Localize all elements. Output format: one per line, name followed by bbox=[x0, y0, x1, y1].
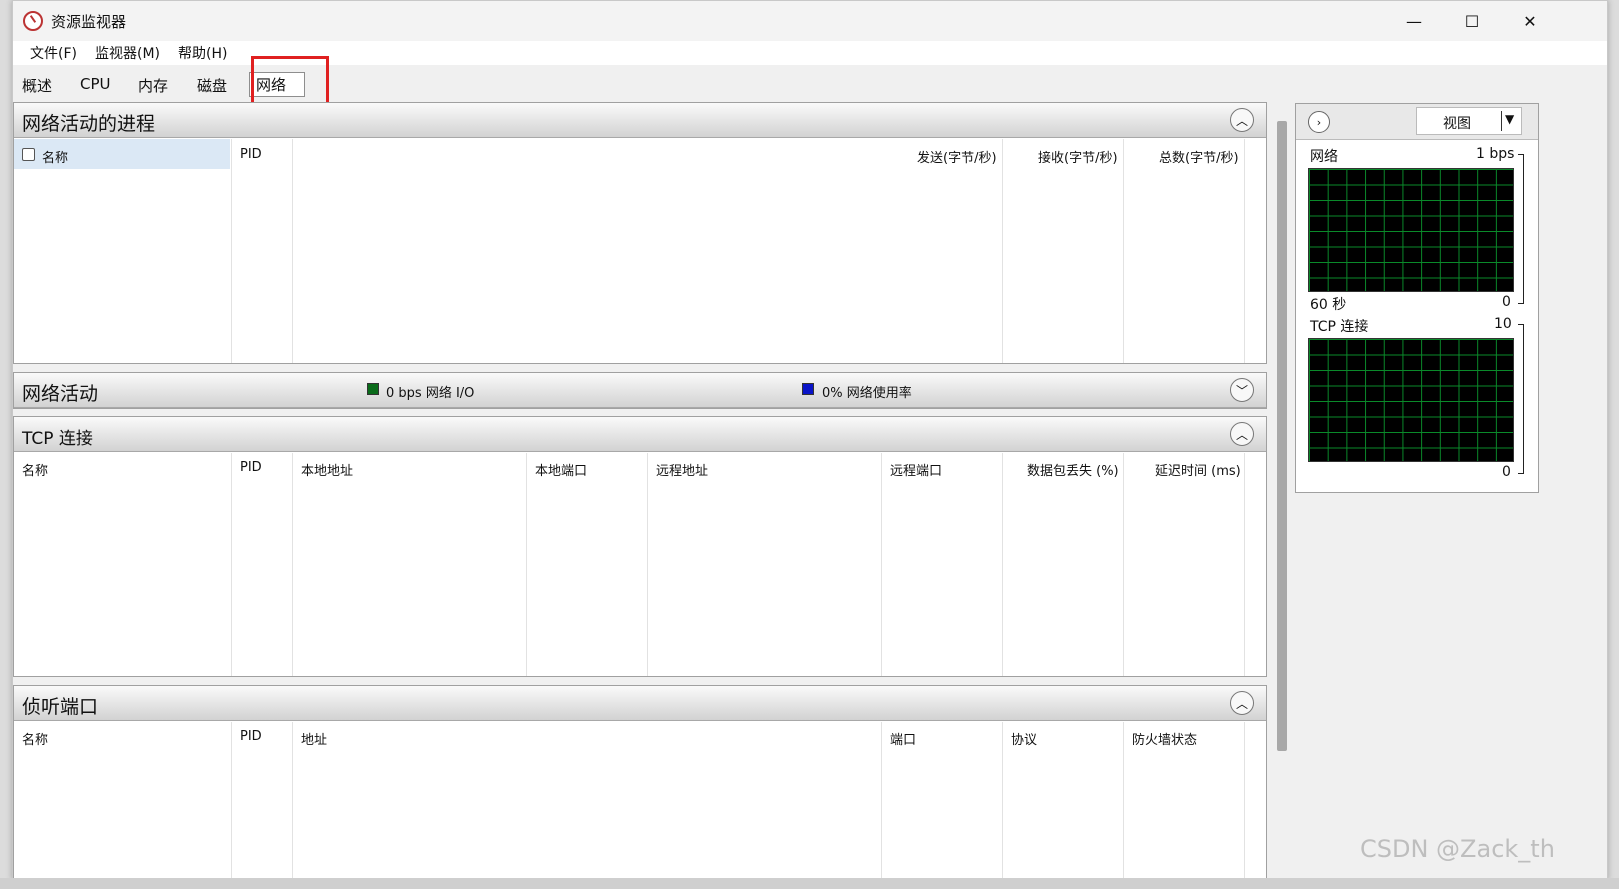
column-divider bbox=[292, 722, 293, 879]
close-button[interactable]: ✕ bbox=[1501, 1, 1559, 41]
column-divider bbox=[1123, 722, 1124, 879]
graph-side-panel: › 视图 ▼ 网络 1 bps 60 秒 0 TCP 连接 10 0 bbox=[1295, 103, 1539, 493]
network-graph bbox=[1308, 168, 1514, 292]
col-total[interactable]: 总数(字节/秒) bbox=[1159, 147, 1239, 166]
column-divider bbox=[1002, 453, 1003, 676]
network-processes-header[interactable]: 网络活动的进程 ︿ bbox=[14, 103, 1266, 138]
expand-down-icon[interactable]: ﹀ bbox=[1230, 378, 1254, 402]
menu-monitor[interactable]: 监视器(M) bbox=[86, 43, 169, 63]
minimize-button[interactable]: — bbox=[1385, 1, 1443, 41]
main-scrollbar-thumb[interactable] bbox=[1277, 121, 1287, 751]
menu-file[interactable]: 文件(F) bbox=[21, 43, 86, 63]
col-packet-loss[interactable]: 数据包丢失 (%) bbox=[1027, 460, 1119, 479]
tcp-graph-max: 10 bbox=[1494, 316, 1512, 332]
select-all-checkbox[interactable] bbox=[22, 148, 35, 161]
tcp-connections-header[interactable]: TCP 连接 ︿ bbox=[14, 417, 1266, 452]
column-divider bbox=[231, 722, 232, 879]
desktop-strip bbox=[0, 878, 1619, 889]
column-divider bbox=[1244, 722, 1245, 879]
listening-ports-title: 侦听端口 bbox=[22, 696, 99, 718]
col-name[interactable]: 名称 bbox=[22, 729, 48, 748]
network-graph-timespan: 60 秒 bbox=[1310, 297, 1347, 313]
column-divider bbox=[1123, 139, 1124, 363]
resource-monitor-window: 资源监视器 — ☐ ✕ 文件(F) 监视器(M) 帮助(H) 概述 CPU 内存… bbox=[12, 0, 1608, 880]
graph-scale-bracket bbox=[1518, 154, 1524, 304]
collapse-up-icon[interactable]: ︿ bbox=[1230, 422, 1254, 446]
tab-disk[interactable]: 磁盘 bbox=[197, 75, 227, 96]
tab-overview[interactable]: 概述 bbox=[22, 75, 52, 96]
io-legend: 0 bps 网络 I/O bbox=[386, 386, 475, 401]
io-legend-swatch bbox=[367, 383, 379, 395]
column-divider bbox=[292, 453, 293, 676]
col-address[interactable]: 地址 bbox=[301, 729, 327, 748]
tab-cpu[interactable]: CPU bbox=[80, 75, 111, 93]
column-divider bbox=[881, 722, 882, 879]
col-local-address[interactable]: 本地地址 bbox=[301, 460, 353, 479]
column-divider bbox=[1123, 453, 1124, 676]
col-pid[interactable]: PID bbox=[240, 147, 262, 162]
col-remote-port[interactable]: 远程端口 bbox=[890, 460, 942, 479]
column-divider bbox=[1244, 139, 1245, 363]
col-remote-address[interactable]: 远程地址 bbox=[656, 460, 708, 479]
tcp-graph-label: TCP 连接 bbox=[1310, 319, 1369, 335]
col-send[interactable]: 发送(字节/秒) bbox=[917, 147, 997, 166]
chevron-right-icon[interactable]: › bbox=[1308, 111, 1330, 133]
tcp-graph-min: 0 bbox=[1502, 464, 1511, 480]
tcp-connections-graph bbox=[1308, 338, 1514, 462]
col-latency[interactable]: 延迟时间 (ms) bbox=[1155, 460, 1241, 479]
collapse-up-icon[interactable]: ︿ bbox=[1230, 108, 1254, 132]
column-divider bbox=[292, 139, 293, 363]
col-pid[interactable]: PID bbox=[240, 460, 262, 475]
network-activity-title: 网络活动 bbox=[22, 383, 99, 405]
col-name[interactable]: 名称 bbox=[22, 460, 48, 479]
watermark: CSDN @Zack_th bbox=[1360, 835, 1555, 863]
network-activity-pane: 网络活动 0 bps 网络 I/O 0% 网络使用率 ﹀ bbox=[13, 372, 1267, 409]
col-name[interactable]: 名称 bbox=[42, 147, 68, 166]
col-receive[interactable]: 接收(字节/秒) bbox=[1038, 147, 1118, 166]
listening-ports-pane: 侦听端口 ︿ 名称 PID 地址 端口 协议 防火墙状态 bbox=[13, 685, 1267, 879]
network-graph-label: 网络 bbox=[1310, 149, 1338, 165]
collapse-up-icon[interactable]: ︿ bbox=[1230, 691, 1254, 715]
network-processes-pane: 网络活动的进程 ︿ 名称 PID 发送(字节/秒) 接收(字节/秒) 总数(字节… bbox=[13, 102, 1267, 364]
column-divider bbox=[1002, 139, 1003, 363]
window-title: 资源监视器 bbox=[51, 13, 127, 31]
view-button-label: 视图 bbox=[1443, 116, 1471, 132]
view-button[interactable]: 视图 ▼ bbox=[1416, 107, 1522, 135]
graph-panel-header: › 视图 ▼ bbox=[1296, 104, 1538, 140]
side-panel-scrollbar[interactable] bbox=[1540, 105, 1554, 875]
network-graph-min: 0 bbox=[1502, 294, 1511, 310]
network-processes-title: 网络活动的进程 bbox=[22, 113, 156, 135]
column-divider bbox=[526, 453, 527, 676]
resource-monitor-icon bbox=[23, 11, 43, 31]
title-bar: 资源监视器 — ☐ ✕ bbox=[13, 1, 1607, 41]
menu-help[interactable]: 帮助(H) bbox=[169, 43, 236, 63]
col-protocol[interactable]: 协议 bbox=[1011, 729, 1037, 748]
network-activity-header[interactable]: 网络活动 0 bps 网络 I/O 0% 网络使用率 ﹀ bbox=[14, 373, 1266, 408]
dropdown-arrow-icon[interactable]: ▼ bbox=[1505, 112, 1514, 126]
column-divider bbox=[231, 139, 232, 363]
utilization-legend-swatch bbox=[802, 383, 814, 395]
col-pid[interactable]: PID bbox=[240, 729, 262, 744]
col-port[interactable]: 端口 bbox=[890, 729, 916, 748]
tcp-connections-title: TCP 连接 bbox=[22, 429, 93, 449]
tcp-connections-pane: TCP 连接 ︿ 名称 PID 本地地址 本地端口 远程地址 远程端口 数据包丢… bbox=[13, 416, 1267, 677]
column-divider bbox=[1244, 453, 1245, 676]
column-divider bbox=[881, 453, 882, 676]
col-firewall-status[interactable]: 防火墙状态 bbox=[1132, 729, 1197, 748]
column-divider bbox=[647, 453, 648, 676]
graph-scale-bracket bbox=[1518, 324, 1524, 474]
utilization-legend: 0% 网络使用率 bbox=[822, 386, 912, 401]
col-local-port[interactable]: 本地端口 bbox=[535, 460, 587, 479]
tab-memory[interactable]: 内存 bbox=[138, 75, 168, 96]
listening-ports-header[interactable]: 侦听端口 ︿ bbox=[14, 686, 1266, 721]
network-graph-max: 1 bps bbox=[1476, 146, 1515, 162]
column-divider bbox=[1002, 722, 1003, 879]
maximize-button[interactable]: ☐ bbox=[1443, 1, 1501, 41]
column-divider bbox=[231, 453, 232, 676]
view-button-separator bbox=[1501, 111, 1502, 131]
